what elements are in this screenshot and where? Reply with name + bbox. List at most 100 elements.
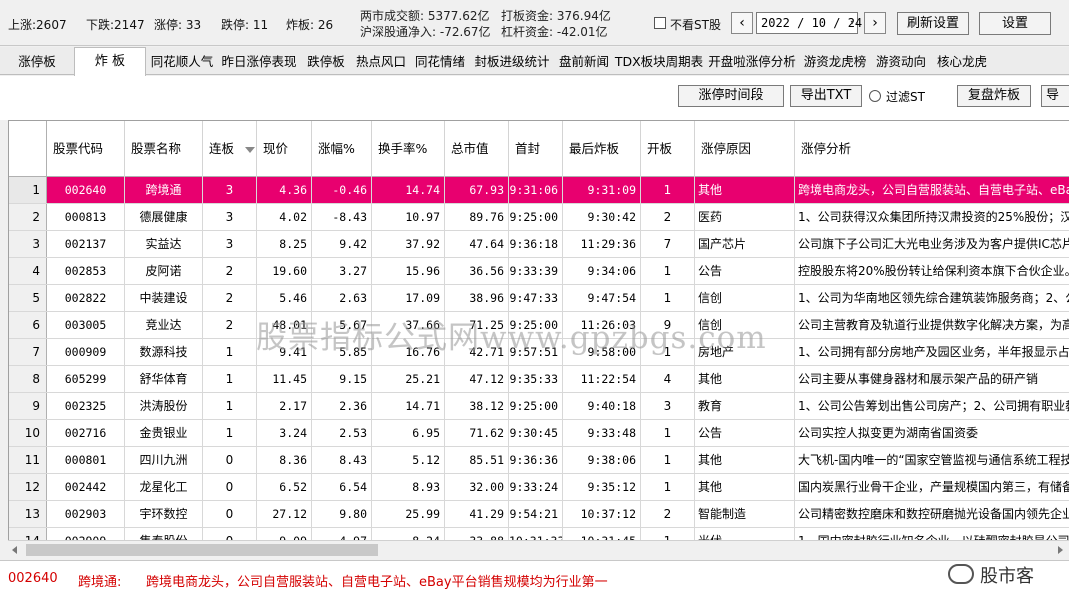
corner-cell: [9, 121, 47, 177]
cell-name: 金贵银业: [125, 420, 203, 446]
cell-turnover: 17.09: [372, 285, 445, 311]
tab-sentiment[interactable]: 同花情绪: [412, 51, 468, 75]
table-row[interactable]: 10 002716 金贵银业 1 3.24 2.53 6.95 71.62 9:30:45 9:3…: [9, 420, 1069, 447]
tab-premarket-news[interactable]: 盘前新闻: [556, 51, 612, 75]
cell-consecutive: 2: [203, 285, 257, 311]
chevron-right-icon: ›: [872, 15, 878, 31]
table-row[interactable]: 13 002903 宇环数控 0 27.12 9.80 25.99 41.29 9:54:21 1…: [9, 501, 1069, 528]
row-number: 9: [9, 393, 47, 419]
tab-hot-money[interactable]: 游资动向: [872, 51, 930, 75]
row-number: 8: [9, 366, 47, 392]
cell-price: 4.02: [257, 204, 312, 230]
table-row[interactable]: 9 002325 洪涛股份 1 2.17 2.36 14.71 38.12 9:25:00 9:4…: [9, 393, 1069, 420]
cell-price: 5.46: [257, 285, 312, 311]
cell-price: 19.60: [257, 258, 312, 284]
cell-first-seal: 10:31:33: [509, 528, 563, 540]
cell-consecutive: 0: [203, 501, 257, 527]
col-change[interactable]: 涨幅%: [312, 121, 372, 177]
tab-board-stats[interactable]: 封板进级统计: [470, 51, 554, 75]
cell-turnover: 10.97: [372, 204, 445, 230]
cell-market-cap: 36.56: [445, 258, 509, 284]
tab-core-dragon-tiger[interactable]: 核心龙虎: [932, 51, 992, 75]
cell-change: 8.43: [312, 447, 372, 473]
cell-price: 3.24: [257, 420, 312, 446]
next-date-button[interactable]: ›: [864, 12, 886, 34]
cell-reason: 智能制造: [695, 501, 795, 527]
tab-dragon-tiger[interactable]: 游资龙虎榜: [800, 51, 870, 75]
cell-first-seal: 9:35:33: [509, 366, 563, 392]
wechat-icon: [948, 564, 974, 584]
cell-market-cap: 85.51: [445, 447, 509, 473]
prev-date-button[interactable]: ‹: [731, 12, 753, 34]
detail-text: 跨境电商龙头，公司自营服装站、自营电子站、eBay平台销售规模均为行业第一: [146, 575, 608, 590]
cell-first-seal: 9:25:00: [509, 312, 563, 338]
date-value: 2022 / 10 / 24: [761, 16, 863, 30]
tab-tdx-cycle[interactable]: TDX板块周期表: [614, 51, 704, 75]
table-row[interactable]: 6 003005 竞业达 2 48.01 5.67 37.66 71.25 9:25:00 11:…: [9, 312, 1069, 339]
table-row[interactable]: 3 002137 实益达 3 8.25 9.42 37.92 47.64 9:36:18 11:2…: [9, 231, 1069, 258]
cell-change: 9.15: [312, 366, 372, 392]
cell-market-cap: 71.25: [445, 312, 509, 338]
cell-analysis: 控股股东将20%股份转让给保利资本旗下合伙企业。: [798, 264, 1069, 278]
col-open-count[interactable]: 开板: [641, 121, 695, 177]
col-reason[interactable]: 涨停原因: [695, 121, 795, 177]
table-row[interactable]: 4 002853 皮阿诺 2 19.60 3.27 15.96 36.56 9:33:39 9:3…: [9, 258, 1069, 285]
cell-turnover: 25.21: [372, 366, 445, 392]
tab-limit-down[interactable]: 跌停板: [302, 51, 350, 75]
table-row[interactable]: 12 002442 龙星化工 0 6.52 6.54 8.93 32.00 9:33:24 9:3…: [9, 474, 1069, 501]
table-row[interactable]: 7 000909 数源科技 1 9.41 5.85 16.76 42.71 9:57:51 9:5…: [9, 339, 1069, 366]
cell-analysis: 公司旗下子公司汇大光电业务涉及为客户提供IC芯片: [798, 237, 1069, 251]
table-row[interactable]: 1 002640 跨境通 3 4.36 -0.46 14.74 67.93 9:31:06 9:3…: [9, 177, 1069, 204]
cell-turnover: 14.71: [372, 393, 445, 419]
refresh-settings-button[interactable]: 刷新设置: [897, 12, 969, 35]
cell-code: 002909: [47, 528, 125, 540]
scroll-thumb[interactable]: [26, 544, 378, 556]
tab-kaipanla-analysis[interactable]: 开盘啦涨停分析: [706, 51, 798, 75]
cell-consecutive: 1: [203, 393, 257, 419]
cell-analysis: 公司精密数控磨床和数控研磨抛光设备国内领先企业: [798, 507, 1069, 521]
filter-st-radio[interactable]: [869, 90, 881, 102]
review-broken-button[interactable]: 复盘炸板: [957, 85, 1031, 107]
tab-broken-board[interactable]: 炸 板: [74, 47, 146, 76]
tab-yesterday-performance[interactable]: 昨日涨停表现: [218, 51, 300, 75]
row-number: 12: [9, 474, 47, 500]
export-button[interactable]: 导: [1041, 85, 1069, 107]
filter-st-label: 过滤ST: [886, 90, 925, 104]
table-row[interactable]: 5 002822 中装建设 2 5.46 2.63 17.09 38.96 9:47:33 9:4…: [9, 285, 1069, 312]
table-row[interactable]: 8 605299 舒华体育 1 11.45 9.15 25.21 47.12 9:35:33 11…: [9, 366, 1069, 393]
limit-time-button[interactable]: 涨停时间段: [678, 85, 784, 107]
cell-analysis: 1、公司公告筹划出售公司房产；2、公司拥有职业教: [798, 399, 1069, 413]
tab-ths-popularity[interactable]: 同花顺人气: [148, 51, 216, 75]
col-market-cap[interactable]: 总市值: [445, 121, 509, 177]
tab-limit-up[interactable]: 涨停板: [4, 51, 70, 75]
cell-reason: 其他: [695, 447, 795, 473]
hide-st-checkbox[interactable]: [654, 17, 666, 29]
horizontal-scrollbar[interactable]: [8, 540, 1069, 558]
cell-last-broken: 11:29:36: [563, 231, 641, 257]
col-first-seal[interactable]: 首封: [509, 121, 563, 177]
cell-name: 舒华体育: [125, 366, 203, 392]
chevron-down-icon: ▾: [849, 18, 855, 28]
hide-st-label: 不看ST股: [670, 18, 721, 32]
cell-code: 002716: [47, 420, 125, 446]
table-row[interactable]: 2 000813 德展健康 3 4.02 -8.43 10.97 89.76 9:25:00 9:…: [9, 204, 1069, 231]
col-price[interactable]: 现价: [257, 121, 312, 177]
scroll-left-icon[interactable]: [12, 546, 17, 554]
export-txt-button[interactable]: 导出TXT: [790, 85, 862, 107]
cell-code: 605299: [47, 366, 125, 392]
table-row[interactable]: 11 000801 四川九洲 0 8.36 8.43 5.12 85.51 9:36:36 9:3…: [9, 447, 1069, 474]
col-analysis[interactable]: 涨停分析: [795, 121, 1069, 177]
settings-button[interactable]: 设置: [979, 12, 1051, 35]
scroll-right-icon[interactable]: [1058, 546, 1063, 554]
col-name[interactable]: 股票名称: [125, 121, 203, 177]
col-code[interactable]: 股票代码: [47, 121, 125, 177]
cell-code: 000813: [47, 204, 125, 230]
table-row[interactable]: 14002909集泰股份09.094.978.2433.8810:31:3310…: [9, 528, 1069, 540]
cell-name: 数源科技: [125, 339, 203, 365]
cell-code: 002822: [47, 285, 125, 311]
tab-hot-topics[interactable]: 热点风口: [352, 51, 410, 75]
cell-consecutive: 0: [203, 528, 257, 540]
col-last-broken[interactable]: 最后炸板: [563, 121, 641, 177]
date-picker[interactable]: 2022 / 10 / 24 ▾: [756, 12, 862, 34]
col-turnover[interactable]: 换手率%: [372, 121, 445, 177]
